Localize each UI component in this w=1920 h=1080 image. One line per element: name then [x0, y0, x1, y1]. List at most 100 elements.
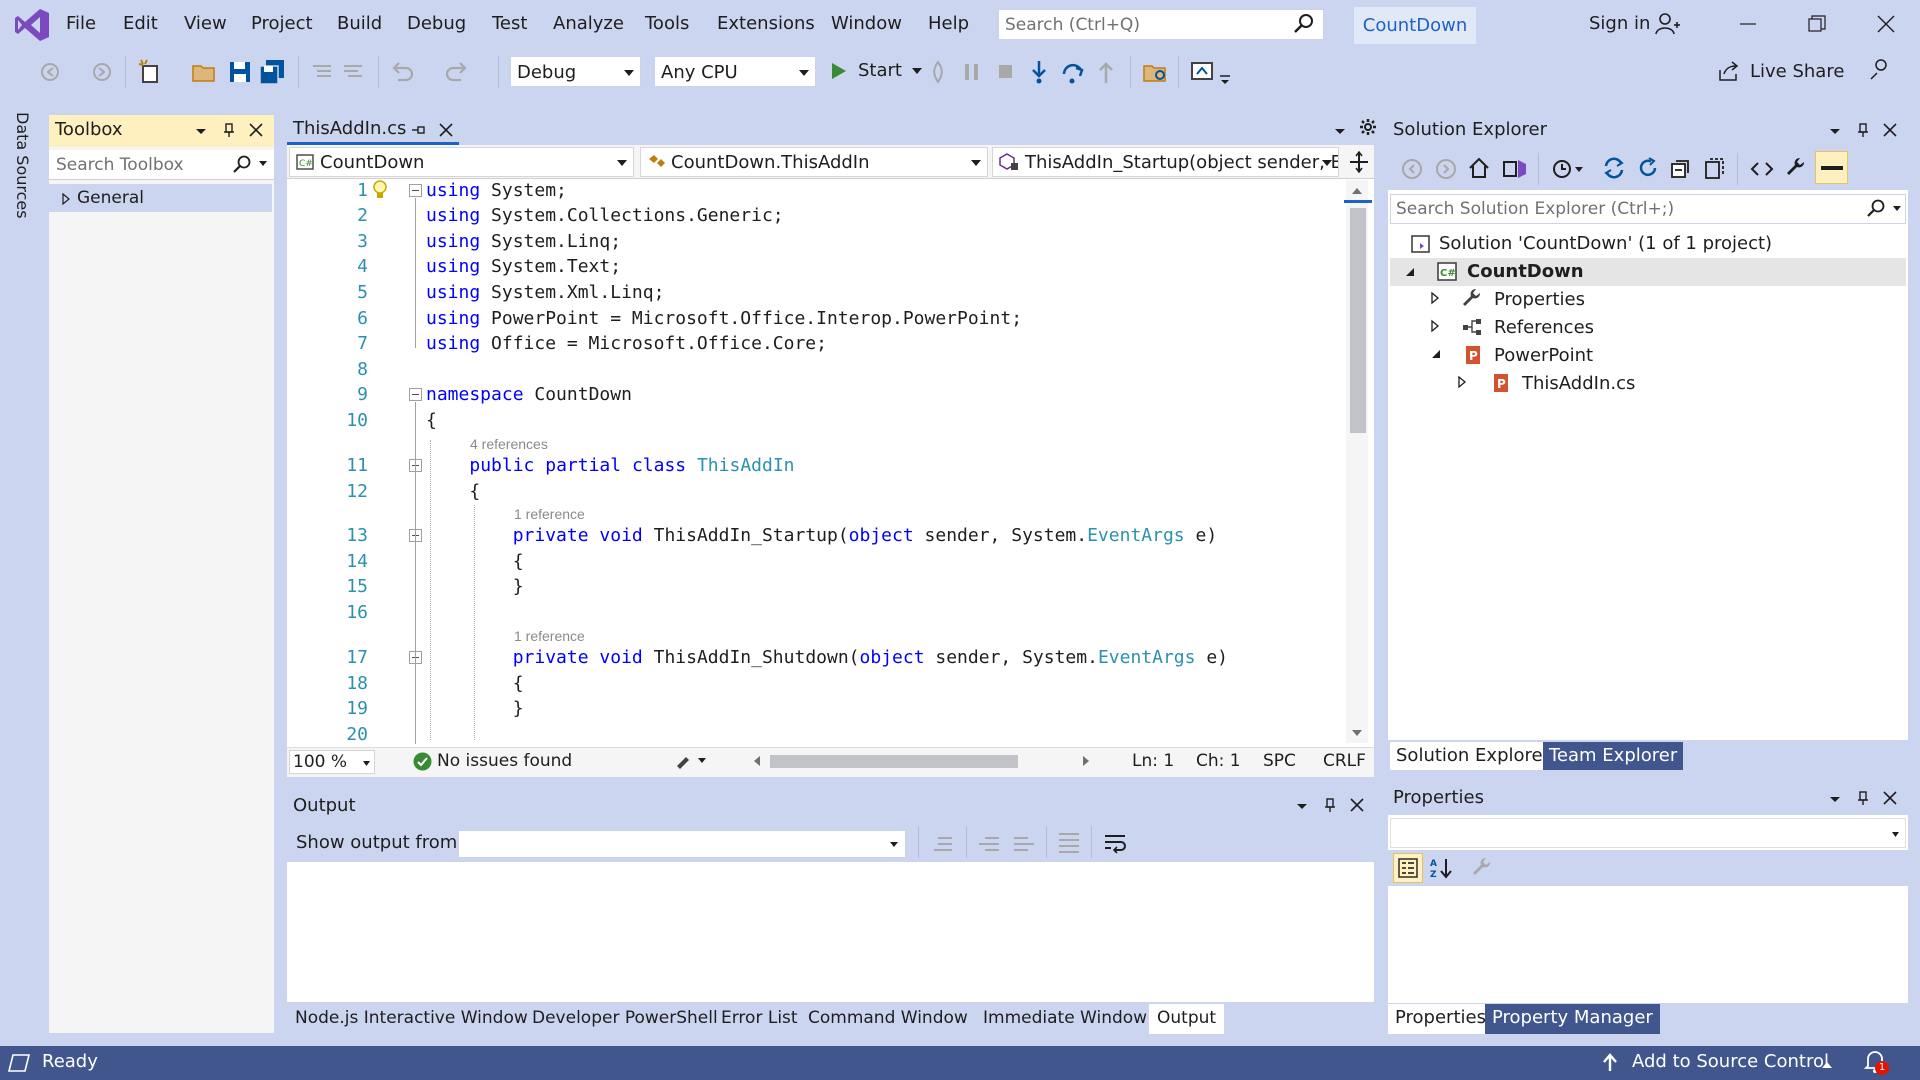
expand-arrow-icon[interactable] [61, 192, 71, 206]
whitespace-mode[interactable]: SPC [1263, 751, 1296, 771]
collapse-region-icon[interactable] [409, 388, 422, 401]
preview-selected-items-toggle[interactable] [1815, 151, 1848, 184]
zoom-dropdown[interactable]: 100 % [289, 750, 375, 774]
chevron-down-icon[interactable] [258, 160, 268, 168]
tab-solution-explorer[interactable]: Solution Explorer [1390, 742, 1556, 770]
split-window-icon[interactable] [1348, 150, 1370, 174]
expanded-arrow-icon[interactable] [1430, 348, 1442, 360]
categorized-view-button[interactable] [1393, 853, 1423, 883]
close-icon[interactable] [1882, 790, 1898, 806]
refresh-icon[interactable] [1636, 156, 1660, 180]
output-source-dropdown[interactable] [458, 830, 906, 858]
forward-icon[interactable] [88, 58, 116, 86]
back-icon[interactable] [1400, 157, 1424, 181]
menu-test[interactable]: Test [492, 13, 527, 34]
pin-icon[interactable] [1322, 797, 1338, 813]
pause-icon[interactable] [958, 58, 986, 86]
hot-reload-icon[interactable] [924, 58, 952, 86]
line-ending-mode[interactable]: CRLF [1323, 751, 1366, 771]
lightbulb-icon[interactable] [371, 179, 389, 201]
minimize-icon[interactable] [1738, 14, 1758, 34]
close-tab-icon[interactable] [438, 122, 454, 138]
comment-out-icon[interactable] [309, 58, 337, 86]
tab-overflow-icon[interactable] [1332, 123, 1348, 139]
chevron-down-icon[interactable] [911, 67, 922, 74]
find-message-icon[interactable] [932, 830, 956, 854]
code-lens-references[interactable]: 4 references [470, 436, 548, 452]
alphabetical-sort-icon[interactable]: AZ [1429, 856, 1455, 880]
issues-status[interactable]: No issues found [437, 751, 572, 771]
collapsed-arrow-icon[interactable] [1430, 319, 1440, 333]
step-into-icon[interactable] [1025, 58, 1053, 86]
collapsed-arrow-icon[interactable] [1430, 291, 1440, 305]
find-in-files-icon[interactable] [1141, 58, 1169, 86]
solution-configuration-dropdown[interactable]: Debug [510, 56, 641, 87]
scroll-up-icon[interactable] [1350, 186, 1364, 196]
menu-window[interactable]: Window [831, 13, 902, 34]
menu-tools[interactable]: Tools [645, 13, 689, 34]
menu-debug[interactable]: Debug [407, 13, 466, 34]
property-pages-icon[interactable] [1470, 856, 1494, 880]
tab-property-manager[interactable]: Property Manager [1485, 1004, 1660, 1034]
dropdown-icon[interactable] [1827, 123, 1843, 139]
tree-item-thisaddin[interactable]: ThisAddIn.cs [1522, 373, 1635, 394]
collapse-region-icon[interactable] [409, 184, 422, 197]
open-folder-icon[interactable] [190, 58, 218, 86]
menu-build[interactable]: Build [337, 13, 382, 34]
menu-view[interactable]: View [184, 13, 227, 34]
sign-in-link[interactable]: Sign in [1589, 13, 1650, 34]
sync-icon[interactable] [1602, 156, 1626, 180]
uncomment-icon[interactable] [340, 58, 368, 86]
restore-icon[interactable] [1807, 14, 1827, 34]
solution-platform-dropdown[interactable]: Any CPU [654, 56, 816, 87]
notification-panel-icon[interactable] [7, 1052, 31, 1074]
editor-horizontal-scroll-thumb[interactable] [770, 755, 1018, 768]
close-icon[interactable] [1349, 797, 1365, 813]
menu-extensions[interactable]: Extensions [717, 13, 815, 34]
scroll-down-icon[interactable] [1350, 728, 1364, 738]
code-cleanup-icon[interactable] [674, 752, 708, 770]
close-icon[interactable] [248, 122, 264, 138]
redo-icon[interactable] [443, 58, 471, 86]
editor-scroll-thumb[interactable] [1350, 208, 1366, 433]
member-dropdown[interactable]: ThisAddIn_Startup(object sender, Eve [992, 147, 1339, 177]
step-out-icon[interactable] [1092, 58, 1120, 86]
dropdown-icon[interactable] [1827, 791, 1843, 807]
toolbar-overflow-icon[interactable] [1219, 70, 1231, 86]
save-icon[interactable] [226, 58, 254, 86]
tab-command-window[interactable]: Command Window [800, 1004, 976, 1034]
switch-views-icon[interactable] [1502, 156, 1528, 180]
save-all-icon[interactable] [258, 58, 286, 86]
forward-icon[interactable] [1434, 157, 1458, 181]
pin-icon[interactable] [1855, 122, 1871, 138]
live-share-button[interactable]: Live Share [1718, 60, 1844, 82]
close-icon[interactable] [1882, 122, 1898, 138]
tab-team-explorer[interactable]: Team Explorer [1543, 742, 1684, 770]
pin-icon[interactable] [221, 122, 237, 138]
tree-item-powerpoint[interactable]: PowerPoint [1494, 345, 1593, 366]
previous-message-icon[interactable] [977, 830, 1001, 854]
back-icon[interactable] [38, 58, 66, 86]
show-all-files-icon[interactable] [1703, 156, 1727, 180]
next-message-icon[interactable] [1012, 830, 1036, 854]
tab-developer-powershell[interactable]: Developer PowerShell [524, 1004, 726, 1034]
close-window-icon[interactable] [1874, 12, 1898, 36]
data-sources-tab[interactable]: Data Sources [13, 112, 32, 219]
browse-web-icon[interactable] [1189, 58, 1217, 86]
chevron-up-icon[interactable] [1821, 1060, 1833, 1069]
menu-project[interactable]: Project [251, 13, 313, 34]
add-user-icon[interactable] [1655, 12, 1681, 36]
menu-file[interactable]: File [66, 13, 96, 34]
settings-gear-icon[interactable] [1359, 118, 1377, 136]
menu-analyze[interactable]: Analyze [553, 13, 624, 34]
properties-object-dropdown[interactable] [1390, 818, 1906, 848]
scroll-right-icon[interactable] [1081, 755, 1091, 767]
stop-icon[interactable] [992, 58, 1020, 86]
home-icon[interactable] [1467, 156, 1491, 180]
pin-icon[interactable] [1855, 790, 1871, 806]
project-dropdown[interactable]: C# CountDown [289, 147, 634, 177]
undo-icon[interactable] [388, 58, 416, 86]
wrench-properties-icon[interactable] [1784, 156, 1808, 180]
pending-changes-filter-icon[interactable] [1551, 157, 1585, 181]
tree-item-solution[interactable]: Solution 'CountDown' (1 of 1 project) [1439, 233, 1772, 254]
